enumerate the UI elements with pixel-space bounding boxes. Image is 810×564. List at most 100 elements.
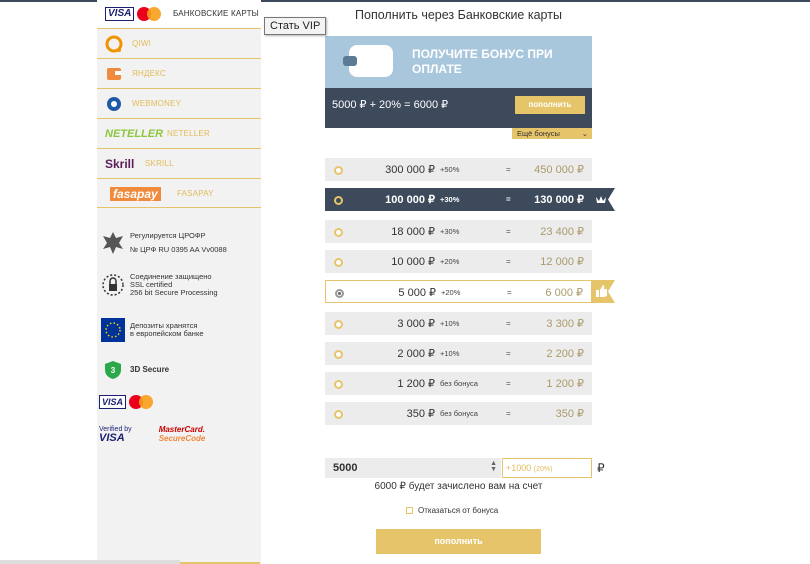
refuse-bonus-checkbox[interactable]: Отказаться от бонуса (406, 506, 498, 515)
equals-sign: = (506, 257, 511, 266)
deposit-amount: 5 000 ₽ (398, 287, 436, 299)
regulator-badge: Регулируется ЦРОФР № ЦРФ RU 0395 AA Vv008… (97, 230, 261, 256)
svg-text:3: 3 (111, 366, 116, 375)
deposit-amount: 3 000 ₽ (397, 318, 435, 330)
credited-amount-text: 6000 ₽ будет зачислено вам на счет (374, 481, 543, 492)
equals-sign: = (506, 409, 511, 418)
radio-button[interactable] (334, 350, 343, 359)
lock-icon (99, 273, 127, 297)
radio-button[interactable] (334, 258, 343, 267)
method-label: FASAPAY (177, 189, 214, 198)
equals-sign: = (506, 379, 511, 388)
banner-topup-button[interactable]: пополнить (515, 96, 585, 114)
bonus-percent: +10% (440, 349, 460, 358)
method-qiwi[interactable]: QIWI (97, 30, 261, 59)
bonus-banner: ПОЛУЧИТЕ БОНУС ПРИ ОПЛАТЕ 5000 ₽ + 20% =… (325, 36, 592, 128)
skrill-logo: Skrill (105, 157, 135, 171)
visa-logo: VISA (99, 395, 127, 409)
deposit-amount: 1 200 ₽ (397, 378, 435, 390)
total-amount: 23 400 ₽ (540, 226, 584, 238)
radio-button[interactable] (334, 196, 343, 205)
method-label: NETELLER (167, 129, 210, 138)
visa-logo: VISA (105, 7, 135, 21)
become-vip-tooltip: Стать VIP (264, 17, 327, 35)
radio-button[interactable] (334, 320, 343, 329)
deposit-amount: 18 000 ₽ (391, 226, 435, 238)
topup-button[interactable]: пополнить (376, 529, 541, 554)
mastercard-securecode-logo: MasterCard. SecureCode (158, 425, 206, 443)
verified-logos: Verified by VISA MasterCard. SecureCode (99, 425, 263, 444)
bonus-percent: +30% (440, 227, 460, 236)
method-neteller[interactable]: NETELLER NETELLER (97, 120, 261, 149)
method-label: QIWI (132, 39, 152, 48)
bonus-option-row[interactable]: 350 ₽ без бонуса = 350 ₽ (325, 402, 592, 425)
total-amount: 12 000 ₽ (540, 256, 584, 268)
method-label: ЯНДЕКС (132, 69, 166, 78)
method-label: WEBMONEY (132, 99, 182, 108)
total-amount: 350 ₽ (555, 408, 584, 420)
equals-sign: = (506, 227, 511, 236)
bonus-option-row[interactable]: 18 000 ₽ +30% = 23 400 ₽ (325, 220, 592, 243)
radio-button[interactable] (334, 410, 343, 419)
bonus-option-row[interactable]: 3 000 ₽ +10% = 3 300 ₽ (325, 312, 592, 335)
deposit-amount: 300 000 ₽ (385, 164, 435, 176)
eu-deposit-badge: Депозиты хранятся в европейском банке (97, 318, 261, 342)
method-label: SKRILL (145, 159, 174, 168)
ssl-badge: Соединение защищено SSL certified 256 bit … (97, 273, 261, 297)
checkbox-icon[interactable] (406, 507, 413, 514)
bonus-percent: +50% (440, 165, 460, 174)
bonus-option-row[interactable]: 2 000 ₽ +10% = 2 200 ₽ (325, 342, 592, 365)
deposit-amount: 100 000 ₽ (385, 194, 435, 206)
equals-sign: = (506, 195, 511, 204)
equals-sign: = (506, 319, 511, 328)
stepper-arrows-icon[interactable]: ▲ ▼ (490, 460, 497, 473)
currency-symbol: ₽ (597, 461, 605, 475)
eu-flag-icon (99, 318, 127, 342)
vip-crown-flag (592, 188, 615, 211)
visa-mastercard-logo: VISA (105, 4, 163, 24)
chevron-down-icon: ⌄ (581, 129, 588, 138)
bonus-option-row[interactable]: 100 000 ₽ +30% = 130 000 ₽ (325, 188, 592, 211)
verified-by-visa-logo: Verified by VISA (99, 426, 132, 444)
equals-sign: = (506, 349, 511, 358)
method-skrill[interactable]: Skrill SKRILL (97, 150, 261, 179)
shield-icon: 3 (99, 360, 127, 380)
total-amount: 1 200 ₽ (546, 378, 584, 390)
wallet-icon (343, 45, 393, 77)
radio-button[interactable] (334, 228, 343, 237)
bonus-field: +1000 (20%) (502, 458, 592, 478)
card-logos: VISA (99, 395, 263, 409)
method-fasapay[interactable]: fasapay FASAPAY (97, 180, 261, 208)
bonus-percent: +20% (440, 257, 460, 266)
method-bank-cards[interactable]: VISA БАНКОВСКИЕ КАРТЫ (97, 0, 261, 29)
deposit-amount: 2 000 ₽ (397, 348, 435, 360)
banner-equation: 5000 ₽ + 20% = 6000 ₽ (332, 99, 449, 111)
method-yandex[interactable]: ЯНДЕКС (97, 60, 261, 89)
radio-button[interactable] (335, 289, 344, 298)
total-amount: 450 000 ₽ (534, 164, 584, 176)
bonus-option-row[interactable]: 300 000 ₽ +50% = 450 000 ₽ (325, 158, 592, 181)
bonus-option-row[interactable]: 10 000 ₽ +20% = 12 000 ₽ (325, 250, 592, 273)
banner-headline: ПОЛУЧИТЕ БОНУС ПРИ ОПЛАТЕ (412, 47, 553, 76)
equals-sign: = (507, 288, 512, 297)
yandex-icon (105, 64, 123, 84)
bonus-percent: без бонуса (440, 409, 478, 418)
bonus-option-row[interactable]: 5 000 ₽ +20% = 6 000 ₽ (325, 280, 592, 303)
deposit-amount: 350 ₽ (406, 408, 435, 420)
total-amount: 6 000 ₽ (545, 287, 583, 299)
radio-button[interactable] (334, 166, 343, 175)
bonus-option-row[interactable]: 1 200 ₽ без бонуса = 1 200 ₽ (325, 372, 592, 395)
3d-secure-badge: 3 3D Secure (97, 360, 261, 380)
mastercard-logo (129, 395, 155, 409)
bonus-percent: +10% (440, 319, 460, 328)
method-webmoney[interactable]: WEBMONEY (97, 90, 261, 119)
radio-button[interactable] (334, 380, 343, 389)
bonus-percent: +30% (440, 195, 460, 204)
amount-input[interactable]: 5000 ▲ ▼ (325, 458, 501, 478)
neteller-logo: NETELLER (105, 128, 164, 140)
horizontal-scrollbar[interactable] (0, 560, 180, 564)
bonus-percent: +20% (441, 288, 461, 297)
fasapay-logo: fasapay (105, 184, 161, 204)
payment-sidebar: VISA БАНКОВСКИЕ КАРТЫ QIWI ЯНДЕКС WEBMON… (97, 0, 261, 564)
more-bonuses-dropdown[interactable]: Ещё бонусы ⌄ (512, 128, 592, 139)
